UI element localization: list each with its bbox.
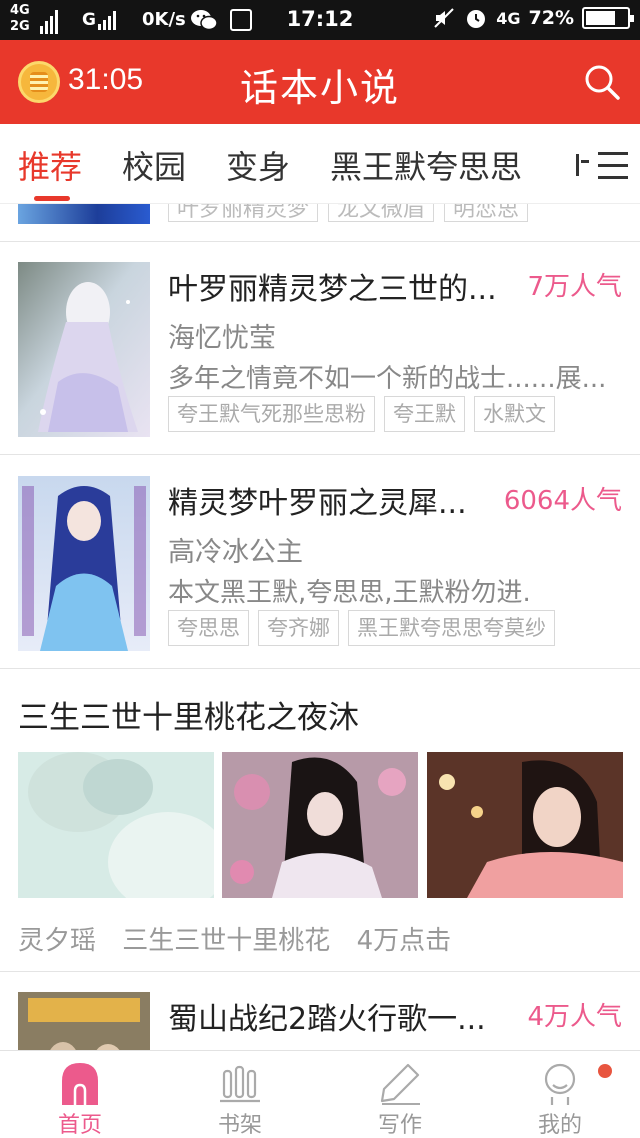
tab-campus[interactable]: 校园 — [122, 142, 186, 188]
battery-level-fill — [586, 11, 615, 25]
search-icon[interactable] — [580, 60, 624, 104]
featured-title[interactable]: 三生三世十里桃花之夜沐 — [18, 692, 359, 737]
home-icon — [62, 1063, 98, 1105]
alarm-icon — [467, 10, 486, 28]
nav-profile-label: 我的 — [537, 1113, 582, 1138]
book-tag[interactable]: 水默文 — [474, 396, 555, 432]
app-title: 话本小说 — [239, 66, 400, 110]
book-title[interactable]: 叶罗丽精灵梦之三世的... — [168, 264, 513, 308]
book-cover — [18, 992, 150, 1050]
featured-image[interactable] — [222, 752, 418, 898]
book-row[interactable]: 叶罗丽精灵梦之三世的... 7万人气 海忆忧莹 多年之情竟不如一个新的战士...… — [0, 242, 640, 455]
profile-icon — [544, 1063, 576, 1105]
bookshelf-icon — [220, 1065, 260, 1103]
book-popularity: 4万人气 — [527, 1002, 622, 1032]
book-cover — [18, 204, 150, 224]
nav-bookshelf[interactable]: 书架 — [160, 1051, 320, 1138]
status-right: 4G 72% — [432, 6, 634, 30]
book-cover — [18, 476, 150, 651]
nav-home-label: 首页 — [57, 1113, 102, 1138]
notification-dot — [598, 1064, 612, 1078]
nav-write-label: 写作 — [377, 1113, 422, 1138]
pencil-icon — [380, 1063, 420, 1105]
book-feed[interactable]: 叶罗丽精灵梦 龙文微眉 明恋思 叶罗丽精灵梦之三世的... 7万人气 海忆忧莹 … — [0, 204, 640, 1050]
battery-percent: 72% — [528, 7, 574, 29]
book-title[interactable]: 精灵梦叶罗丽之灵犀... — [168, 478, 513, 522]
tab-recommend[interactable]: 推荐 — [18, 142, 82, 188]
book-tag[interactable]: 夸齐娜 — [258, 610, 339, 646]
app-header: 31:05 话本小说 — [0, 40, 640, 124]
book-title[interactable]: 蜀山战纪2踏火行歌一... — [168, 994, 513, 1038]
partial-book-row[interactable]: 叶罗丽精灵梦 龙文微眉 明恋思 — [0, 204, 640, 242]
network-4g-label: 4G — [496, 8, 521, 28]
book-description: 多年之情竟不如一个新的战士......展... — [168, 364, 607, 394]
book-tags: 夸王默气死那些思粉 夸王默 水默文 — [168, 396, 555, 432]
featured-category[interactable]: 三生三世十里桃花 — [122, 926, 330, 956]
book-author[interactable]: 高冷冰公主 — [168, 530, 303, 569]
category-menu-icon[interactable] — [574, 148, 632, 182]
status-bar: 4G 2G G 0K/s 17:12 4G 72% — [0, 0, 640, 40]
mute-icon — [434, 8, 454, 28]
bottom-navigation: 首页 书架 写作 我的 — [0, 1050, 640, 1138]
book-popularity: 7万人气 — [527, 272, 622, 302]
featured-author[interactable]: 灵夕瑶 — [18, 926, 96, 956]
featured-clicks: 4万点击 — [356, 926, 452, 956]
featured-meta: 灵夕瑶 三生三世十里桃花 4万点击 — [18, 920, 469, 957]
nav-profile[interactable]: 我的 — [480, 1051, 640, 1138]
active-tab-indicator — [34, 196, 70, 201]
book-tag[interactable]: 夸王默 — [384, 396, 465, 432]
book-popularity: 6064人气 — [503, 486, 622, 516]
battery-icon — [582, 7, 634, 29]
tab-fan-topic[interactable]: 黑王默夸思思 — [330, 142, 522, 188]
book-tag[interactable]: 龙文微眉 — [328, 204, 435, 222]
category-tabs: 推荐 校园 变身 黑王默夸思思 — [0, 124, 640, 204]
nav-bookshelf-label: 书架 — [217, 1113, 262, 1138]
book-row[interactable]: 精灵梦叶罗丽之灵犀... 6064人气 高冷冰公主 本文黑王默,夸思思,王默粉勿… — [0, 456, 640, 669]
nav-write[interactable]: 写作 — [320, 1051, 480, 1138]
featured-image[interactable] — [18, 752, 214, 898]
book-tag[interactable]: 黑王默夸思思夸莫纱 — [348, 610, 555, 646]
book-tags: 夸思思 夸齐娜 黑王默夸思思夸莫纱 — [168, 610, 555, 646]
book-tag[interactable]: 夸王默气死那些思粉 — [168, 396, 375, 432]
nav-home[interactable]: 首页 — [0, 1051, 160, 1138]
book-tag[interactable]: 叶罗丽精灵梦 — [168, 204, 319, 222]
book-tag[interactable]: 夸思思 — [168, 610, 249, 646]
tab-transform[interactable]: 变身 — [226, 142, 290, 188]
book-row[interactable]: 蜀山战纪2踏火行歌一... 4万人气 — [0, 972, 640, 1050]
featured-image[interactable] — [427, 752, 623, 898]
book-author[interactable]: 海忆忧莹 — [168, 316, 276, 355]
book-cover — [18, 262, 150, 437]
book-tag[interactable]: 明恋思 — [444, 204, 529, 222]
featured-book-card[interactable]: 三生三世十里桃花之夜沐 灵夕瑶 三生三世十里桃花 4万点击 — [0, 670, 640, 972]
book-tags: 叶罗丽精灵梦 龙文微眉 明恋思 — [168, 204, 529, 222]
book-description: 本文黑王默,夸思思,王默粉勿进. — [168, 578, 531, 608]
